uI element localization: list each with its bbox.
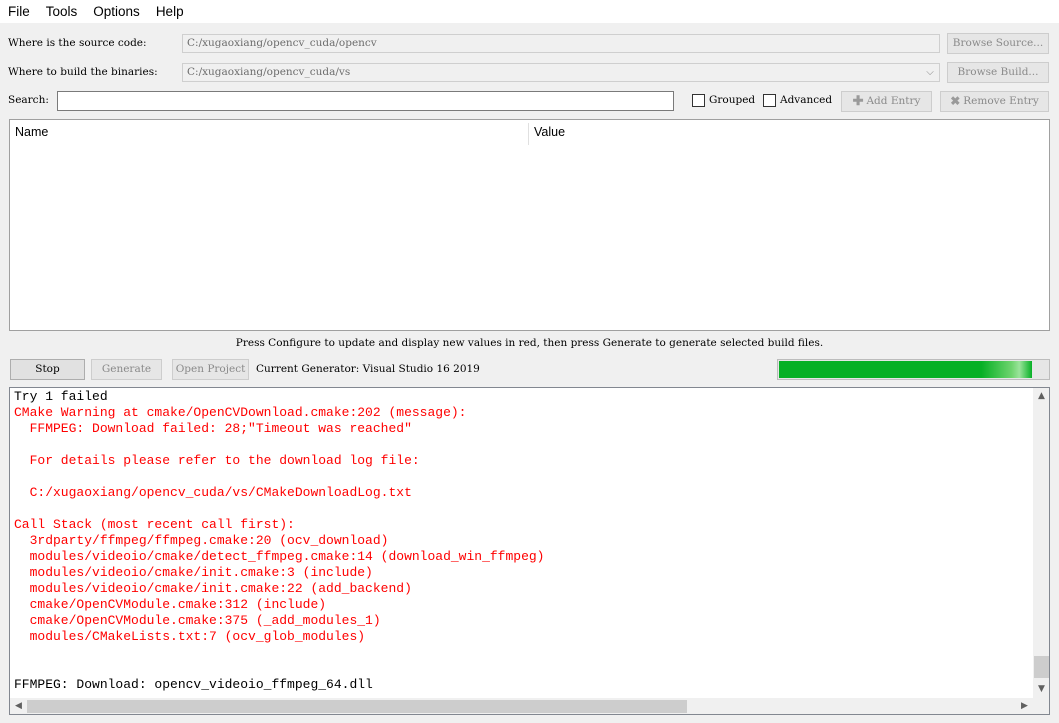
output-line: CMake Warning at cmake/OpenCVDownload.cm… <box>14 405 467 420</box>
menu-file[interactable]: File <box>0 0 38 23</box>
search-label: Search: <box>8 94 49 106</box>
menu-help[interactable]: Help <box>148 0 192 23</box>
horizontal-scroll-thumb[interactable] <box>27 700 687 713</box>
grouped-checkbox[interactable] <box>692 94 705 107</box>
remove-entry-button[interactable]: ✖ Remove Entry <box>940 91 1049 112</box>
output-line: C:/xugaoxiang/opencv_cuda/vs/CMakeDownlo… <box>14 485 412 500</box>
build-label: Where to build the binaries: <box>8 66 158 78</box>
output-line: modules/videoio/cmake/init.cmake:22 (add… <box>14 581 412 596</box>
output-line: FFMPEG: Download failed: 28;"Timeout was… <box>14 421 412 436</box>
output-line: Try 1 failed <box>14 389 108 404</box>
scroll-down-icon[interactable]: ▼ <box>1033 681 1049 698</box>
column-header-name[interactable]: Name <box>10 120 528 145</box>
search-input[interactable] <box>57 91 674 111</box>
column-header-value[interactable]: Value <box>529 120 1049 145</box>
stop-button[interactable]: Stop <box>10 359 85 380</box>
scroll-left-icon[interactable]: ◀ <box>10 698 27 714</box>
build-path-combobox[interactable]: C:/xugaoxiang/opencv_cuda/vs <box>182 63 940 82</box>
build-path-value: C:/xugaoxiang/opencv_cuda/vs <box>187 66 351 78</box>
output-line: For details please refer to the download… <box>14 453 420 468</box>
progress-bar <box>777 359 1050 380</box>
source-path-field[interactable]: C:/xugaoxiang/opencv_cuda/opencv <box>182 34 940 53</box>
advanced-checkbox[interactable] <box>763 94 776 107</box>
menu-tools[interactable]: Tools <box>38 0 86 23</box>
add-entry-button[interactable]: ✚ Add Entry <box>841 91 932 112</box>
configure-hint: Press Configure to update and display ne… <box>235 337 824 349</box>
open-project-button[interactable]: Open Project <box>172 359 249 380</box>
output-lines: Try 1 failed CMake Warning at cmake/OpenC… <box>14 389 1029 693</box>
cache-table[interactable]: Name Value <box>9 119 1050 331</box>
plus-icon: ✚ <box>852 94 864 109</box>
scroll-right-icon[interactable]: ▶ <box>1016 698 1033 714</box>
scrollbar-corner <box>1033 698 1049 714</box>
vertical-scroll-thumb[interactable] <box>1034 656 1049 678</box>
output-line: modules/videoio/cmake/init.cmake:3 (incl… <box>14 565 373 580</box>
menu-bar: File Tools Options Help <box>0 0 1059 23</box>
output-line: FFMPEG: Download: opencv_videoio_ffmpeg_… <box>14 677 373 692</box>
browse-source-button[interactable]: Browse Source... <box>947 33 1049 54</box>
grouped-label: Grouped <box>709 94 756 106</box>
generate-button[interactable]: Generate <box>91 359 162 380</box>
vertical-scrollbar[interactable]: ▲ ▼ <box>1033 388 1049 698</box>
output-line: modules/videoio/cmake/detect_ffmpeg.cmak… <box>14 549 545 564</box>
remove-entry-label: Remove Entry <box>963 95 1039 107</box>
progress-fill <box>779 361 1032 378</box>
output-line: Call Stack (most recent call first): <box>14 517 295 532</box>
output-line: 3rdparty/ffmpeg/ffmpeg.cmake:20 (ocv_dow… <box>14 533 389 548</box>
output-line: cmake/OpenCVModule.cmake:312 (include) <box>14 597 327 612</box>
output-log[interactable]: Try 1 failed CMake Warning at cmake/OpenC… <box>9 387 1050 715</box>
output-line: cmake/OpenCVModule.cmake:375 (_add_modul… <box>14 613 381 628</box>
browse-build-button[interactable]: Browse Build... <box>947 62 1049 83</box>
source-label: Where is the source code: <box>8 37 147 49</box>
horizontal-scrollbar[interactable]: ◀ ▶ <box>10 698 1033 714</box>
chevron-down-icon[interactable]: ⌵ <box>921 64 939 81</box>
menu-options[interactable]: Options <box>85 0 148 23</box>
output-line: modules/CMakeLists.txt:7 (ocv_glob_modul… <box>14 629 366 644</box>
scroll-up-icon[interactable]: ▲ <box>1033 388 1049 405</box>
add-entry-label: Add Entry <box>866 95 921 107</box>
remove-icon: ✖ <box>950 94 961 108</box>
current-generator: Current Generator: Visual Studio 16 2019 <box>256 363 480 375</box>
advanced-label: Advanced <box>780 94 833 106</box>
